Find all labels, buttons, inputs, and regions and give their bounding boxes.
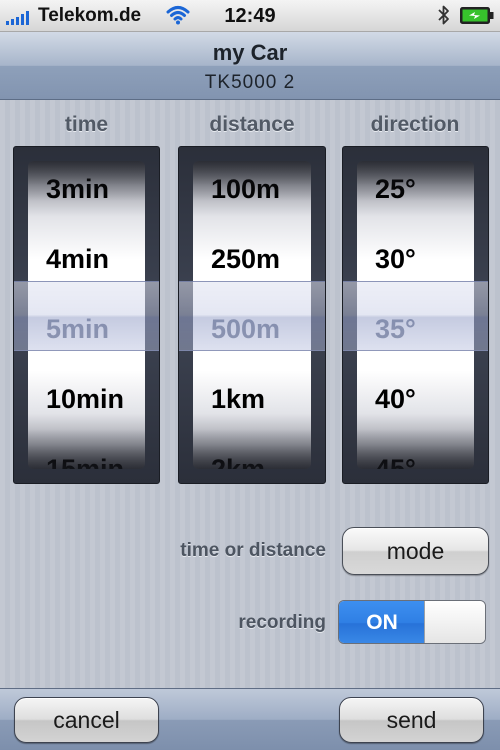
time-option[interactable]: 10min [46,379,124,419]
time-option[interactable]: 4min [46,239,109,279]
distance-option-selected[interactable]: 500m [211,309,280,349]
distance-option[interactable]: 1km [211,379,265,419]
direction-column-header: direction [370,113,460,136]
page-title: my Car [212,40,288,65]
direction-option[interactable]: 40° [375,379,416,419]
bottom-toolbar: cancel send [0,688,500,750]
distance-picker-wheel[interactable]: 100m 250m 500m 1km 2km [193,161,311,469]
distance-column-header: distance [209,113,295,136]
recording-toggle-state: ON [339,601,425,643]
time-option-selected[interactable]: 5min [46,309,109,349]
time-option[interactable]: 3min [46,169,109,209]
time-picker[interactable]: 3min 4min 5min 10min 15min [13,146,160,484]
bluetooth-icon [438,5,449,25]
mode-label: time or distance [180,540,326,561]
status-time: 12:49 [224,5,276,27]
direction-option[interactable]: 25° [375,169,416,209]
distance-option[interactable]: 100m [211,169,280,209]
time-column-header: time [64,113,109,136]
direction-option-selected[interactable]: 35° [375,309,416,349]
recording-toggle[interactable]: ON [338,600,486,644]
status-bar: Telekom.de 12:49 [0,0,500,32]
toggle-knob[interactable] [424,601,485,643]
recording-label: recording [238,612,326,633]
distance-option[interactable]: 250m [211,239,280,279]
mode-button[interactable]: mode [342,527,489,575]
send-button[interactable]: send [339,697,484,743]
direction-picker[interactable]: 25° 30° 35° 40° 45° [342,146,489,484]
direction-option[interactable]: 30° [375,239,416,279]
distance-picker[interactable]: 100m 250m 500m 1km 2km [178,146,326,484]
page-subtitle: TK5000 2 [204,72,296,93]
time-option[interactable]: 15min [46,449,124,469]
distance-option[interactable]: 2km [211,449,265,469]
title-bar: my Car TK5000 2 [0,32,500,100]
time-picker-wheel[interactable]: 3min 4min 5min 10min 15min [28,161,145,469]
direction-picker-wheel[interactable]: 25° 30° 35° 40° 45° [357,161,474,469]
direction-option[interactable]: 45° [375,449,416,469]
battery-charging-icon [460,7,494,24]
cancel-button[interactable]: cancel [14,697,159,743]
